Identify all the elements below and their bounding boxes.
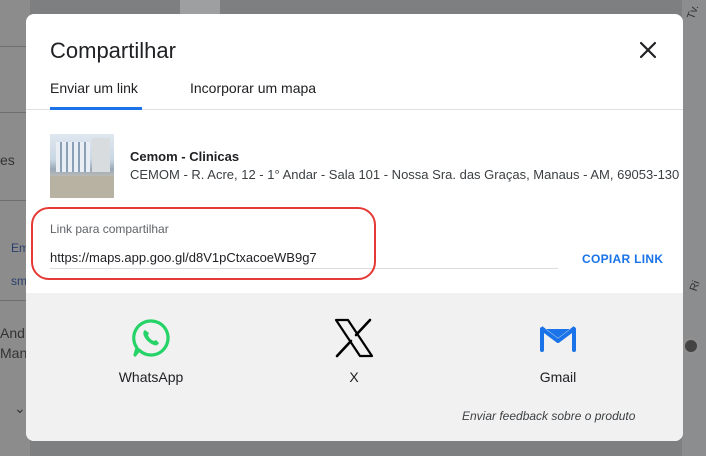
background-text: es — [0, 152, 15, 168]
whatsapp-icon — [130, 317, 172, 359]
map-road — [180, 0, 220, 14]
dialog-title: Compartilhar — [50, 38, 176, 63]
highlight-annotation — [31, 207, 376, 280]
place-address: CEMOM - R. Acre, 12 - 1° Andar - Sala 10… — [130, 167, 680, 182]
share-targets-panel: WhatsApp X Gmail Enviar feedback sobre o… — [26, 293, 683, 441]
share-gmail-button[interactable]: Gmail — [498, 317, 618, 385]
copy-link-button[interactable]: COPIAR LINK — [582, 252, 663, 266]
x-label: X — [349, 369, 359, 385]
place-thumbnail — [50, 134, 114, 198]
share-x-button[interactable]: X — [294, 317, 414, 385]
send-feedback-link[interactable]: Enviar feedback sobre o produto — [462, 409, 635, 423]
map-pin-icon[interactable] — [682, 337, 700, 355]
close-icon[interactable] — [636, 38, 660, 62]
whatsapp-label: WhatsApp — [118, 369, 184, 385]
background-text: And — [0, 325, 25, 341]
tab-bar: Enviar um link Incorporar um mapa — [26, 78, 683, 110]
tab-send-link[interactable]: Enviar um link — [50, 80, 142, 110]
right-map-background — [682, 0, 706, 456]
background-text: sm — [11, 274, 27, 288]
x-icon — [333, 317, 375, 359]
place-name: Cemom - Clinicas — [130, 149, 240, 164]
chevron-down-icon: ⌄ — [14, 400, 26, 416]
gmail-icon — [537, 317, 579, 359]
tab-embed-map[interactable]: Incorporar um mapa — [190, 80, 316, 110]
share-whatsapp-button[interactable]: WhatsApp — [91, 317, 211, 385]
share-dialog: Compartilhar Enviar um link Incorporar u… — [26, 14, 683, 441]
gmail-label: Gmail — [539, 369, 577, 385]
